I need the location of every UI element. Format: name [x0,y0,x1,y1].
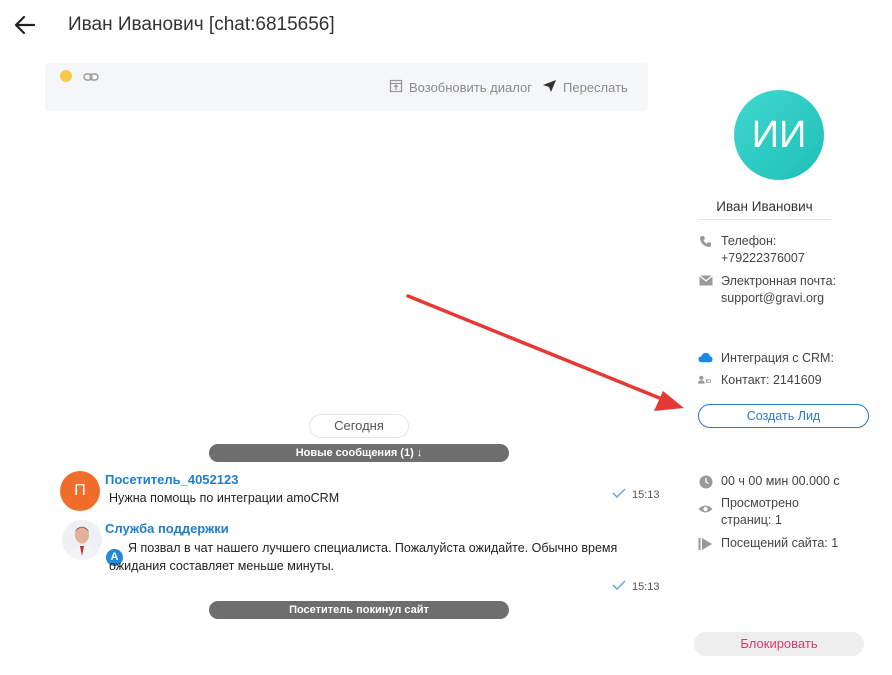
email-row: Электронная почта: support@gravi.org [698,273,836,307]
pages-viewed-line2: страниц: 1 [721,513,782,527]
contact-avatar: ИИ [734,90,824,180]
phone-label: Телефон: [721,234,777,248]
visits-icon [698,535,713,552]
id-icon: ID [698,372,713,389]
contact-id: Контакт: 2141609 [721,373,822,387]
contact-name: Иван Иванович [716,199,813,214]
pages-viewed-line1: Просмотрено [721,496,799,510]
site-visits: Посещений сайта: 1 [721,536,839,550]
archive-icon [389,79,403,96]
chat-header: Иван Иванович [chat:6815656] [0,0,892,52]
status-dot-icon [60,70,72,82]
resume-dialog-label: Возобновить диалог [409,79,532,95]
support-message-line2: ожидания составляет меньше минуты. [109,559,335,573]
crm-row: Интеграция с CRM: [698,350,834,367]
divider [698,219,831,220]
chat-title: Иван Иванович [chat:6815656] [68,14,335,35]
time-row: 00 ч 00 мин 00.000 с [698,473,840,490]
day-separator: Сегодня [309,414,409,438]
support-message-line1: Я позвал в чат нашего лучшего специалист… [128,541,618,555]
visitor-left-bar: Посетитель покинул сайт [209,601,509,619]
svg-text:ID: ID [706,379,712,385]
new-messages-bar[interactable]: Новые сообщения (1) ↓ [209,444,509,462]
clock-icon [698,473,713,490]
contact-id-row: ID Контакт: 2141609 [698,372,822,389]
message-time-value: 15:13 [632,580,660,593]
link-icon[interactable] [83,70,99,82]
visitor-message-text: Нужна помощь по интеграции amoCRM [109,491,340,505]
phone-icon [698,233,713,267]
mail-icon [698,273,713,307]
visits-row: Посещений сайта: 1 [698,535,838,552]
support-avatar [62,520,102,560]
check-icon [612,488,626,501]
eye-icon [698,495,713,529]
chat-toolbar: Возобновить диалог Переслать [45,63,648,111]
phone-value[interactable]: +79222376007 [721,250,805,267]
message-time: 15:13 [612,580,660,593]
forward-label: Переслать [563,79,628,95]
check-icon [612,580,626,593]
send-icon [542,79,557,96]
resume-dialog-button[interactable]: Возобновить диалог [389,78,532,96]
block-button[interactable]: Блокировать [694,632,864,656]
message-time: 15:13 [612,488,660,501]
email-value[interactable]: support@gravi.org [721,290,836,307]
back-arrow-icon[interactable] [12,12,38,38]
phone-row: Телефон: +79222376007 [698,233,805,267]
email-label: Электронная почта: [721,274,837,288]
pages-row: Просмотрено страниц: 1 [698,495,799,529]
create-lead-button[interactable]: Создать Лид [698,404,869,428]
crm-label: Интеграция с CRM: [721,351,834,365]
visitor-avatar: П [60,471,100,511]
message-time-value: 15:13 [632,488,660,501]
cloud-icon [698,350,713,367]
time-on-site: 00 ч 00 мин 00.000 с [721,474,840,488]
support-author-name[interactable]: Служба поддержки [105,521,229,536]
visitor-author-name[interactable]: Посетитель_4052123 [105,472,238,487]
forward-button[interactable]: Переслать [542,78,628,96]
